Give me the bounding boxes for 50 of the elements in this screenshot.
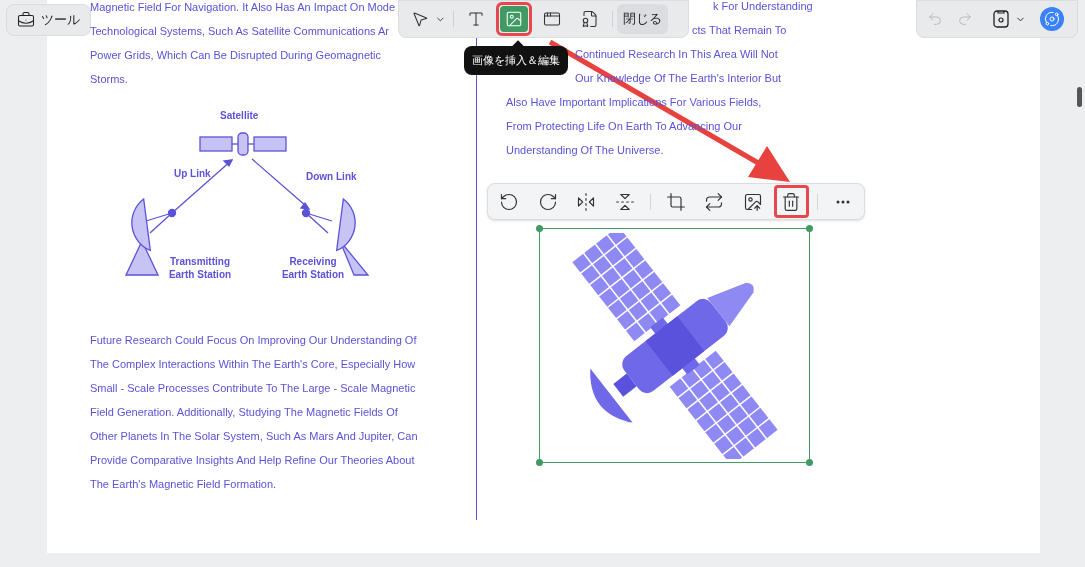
flip-horizontal-icon	[576, 191, 597, 212]
paragraph-line: Continued Research In This Area Will Not	[575, 47, 778, 62]
paragraph-line: Magnetic Field For Navigation. It Also Has An Impact On Mode	[90, 0, 396, 15]
diagram-label: Receiving Earth Station	[280, 255, 346, 281]
resize-handle[interactable]	[806, 225, 813, 232]
more-icon	[835, 199, 850, 204]
paragraph-line: Future Research Could Focus On Improving Our Understanding Of	[90, 333, 417, 348]
paragraph-line: The Complex Interactions Within The Earth's Core, Especially How	[90, 357, 416, 372]
paragraph-line: Provide Comparative Insights And Help Refine Our Theories About	[90, 453, 415, 468]
scrollbar-thumb[interactable]	[1077, 87, 1082, 107]
crop-icon	[666, 191, 686, 212]
resize-handle[interactable]	[536, 225, 543, 232]
pointer-icon	[410, 10, 429, 28]
replace-icon	[704, 191, 725, 212]
tooltip: 画像を挿入＆編集	[464, 46, 568, 75]
orbit-icon	[1044, 11, 1060, 27]
trash-button[interactable]	[774, 185, 809, 218]
undo-icon	[927, 11, 943, 27]
paragraph-line: k For Understanding	[713, 0, 813, 14]
paragraph-line: Power Grids, Which Can Be Disrupted During Geomagnetic	[90, 48, 381, 63]
image-icon	[505, 10, 523, 28]
paragraph-line: cts That Remain To	[692, 23, 787, 38]
device-icon	[993, 9, 1009, 29]
paragraph-line: Small - Scale Processes Contribute To The Large - Scale Magnetic	[90, 381, 416, 396]
diagram-label: Satellite	[220, 109, 259, 122]
document-pin-icon	[581, 10, 599, 28]
resize-handle[interactable]	[806, 459, 813, 466]
image-export-icon	[742, 191, 763, 212]
toolbox-icon	[17, 11, 35, 29]
tools-button[interactable]: ツール	[6, 4, 91, 36]
diagram-label: Down Link	[306, 170, 357, 183]
ai-assistant-button[interactable]	[1040, 7, 1064, 31]
diagram-label: Up Link	[174, 167, 211, 180]
diagram-label: Transmitting Earth Station	[167, 255, 233, 281]
window-link-icon	[543, 10, 561, 28]
flip-vertical-icon	[614, 191, 635, 212]
paragraph-line: Storms.	[90, 72, 128, 87]
save-menu-button[interactable]	[993, 9, 1026, 29]
paragraph-line: Understanding Of The Universe.	[506, 143, 664, 158]
redo-icon	[957, 11, 973, 27]
trash-icon	[781, 191, 802, 212]
paragraph-line: Technological Systems, Such As Satellite Communications Ar	[90, 24, 389, 39]
paragraph-line: Field Generation. Additionally, Studying The Magnetic Fields Of	[90, 405, 398, 420]
paragraph-line: Other Planets In The Solar System, Such As Mars And Jupiter, Can	[90, 429, 418, 444]
resize-handle[interactable]	[536, 459, 543, 466]
paragraph-line: The Earth's Magnetic Field Formation.	[90, 477, 277, 492]
close-button[interactable]: 閉じる	[617, 4, 668, 34]
rotate-left-icon	[499, 191, 520, 212]
rotate-right-icon	[537, 191, 558, 212]
text-icon	[467, 10, 485, 28]
